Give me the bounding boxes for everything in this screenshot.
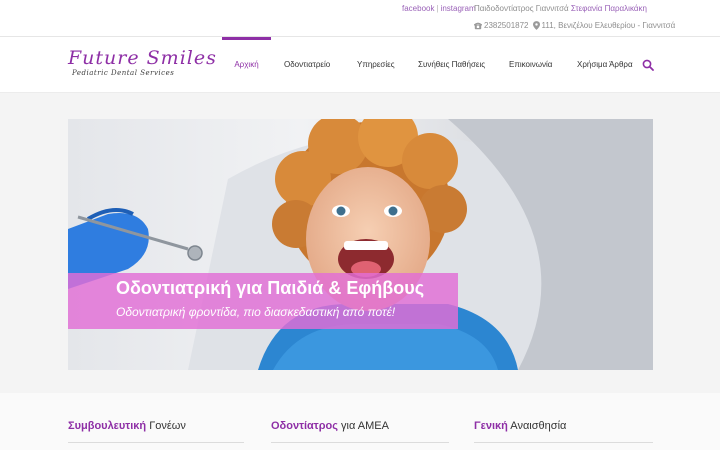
instagram-link[interactable]: instagram [441, 4, 476, 13]
nav-item-contact[interactable]: Επικοινωνία [509, 37, 552, 94]
hero-slider[interactable]: Οδοντιατρική για Παιδιά & Εφήβους Οδοντι… [68, 119, 653, 370]
address-text: 111, Βενιζέλου Ελευθερίου - Γιαννιτσά [541, 21, 676, 30]
top-bar: facebook | instagram Παιδοδοντίατρος Γιανν… [0, 0, 720, 36]
map-marker-icon [532, 21, 540, 30]
feature-title-bold: Συμβουλευτική [68, 420, 147, 432]
divider [271, 442, 449, 443]
hero-subtitle: Οδοντιατρική φροντίδα, πιο διασκεδαστική… [116, 305, 396, 319]
facebook-link[interactable]: facebook [402, 4, 434, 13]
feature-general-anesthesia[interactable]: Γενική Αναισθησία [474, 420, 566, 432]
phone-number[interactable]: 2382501872 [484, 21, 529, 30]
feature-special-needs[interactable]: Οδοντίατρος για ΑΜΕΑ [271, 420, 389, 432]
social-links: facebook | instagram [402, 4, 476, 13]
doctor-prefix: Παιδοδοντίατρος Γιαννιτσά [474, 4, 569, 13]
nav-item-clinic[interactable]: Οδοντιατρείο [284, 37, 330, 94]
nav-item-articles[interactable]: Χρήσιμα Άρθρα [577, 37, 633, 94]
nav-item-conditions[interactable]: Συνήθεις Παθήσεις [418, 37, 485, 94]
contact-info: 2382501872 111, Βενιζέλου Ελευθερίου - Γ… [474, 21, 675, 30]
logo-tagline: Pediatric Dental Services [72, 69, 175, 77]
hero-image [68, 119, 653, 370]
feature-title-bold: Γενική [474, 420, 508, 432]
doctor-name-link[interactable]: Στεφανία Παραλικάκη [571, 4, 647, 13]
logo-title: Future Smiles [68, 47, 217, 69]
doctor-info: Παιδοδοντίατρος Γιαννιτσά Στεφανία Παραλ… [474, 4, 647, 13]
divider [68, 442, 244, 443]
hero-title: Οδοντιατρική για Παιδιά & Εφήβους [116, 278, 425, 298]
feature-title-bold: Οδοντίατρος [271, 420, 338, 432]
feature-title-rest: Γονέων [146, 420, 186, 432]
nav-item-home[interactable]: Αρχική [222, 37, 271, 94]
phone-icon [474, 22, 482, 29]
features-section: Συμβουλευτική Γονέων Οδοντίατρος για ΑΜΕ… [0, 393, 720, 450]
site-logo[interactable]: Future Smiles Pediatric Dental Services [68, 47, 217, 87]
main-navbar: Future Smiles Pediatric Dental Services … [0, 36, 720, 93]
feature-title-rest: Αναισθησία [507, 420, 567, 432]
feature-parent-counseling[interactable]: Συμβουλευτική Γονέων [68, 420, 186, 432]
divider [474, 442, 653, 443]
feature-title-rest: για ΑΜΕΑ [337, 420, 389, 432]
search-icon[interactable] [642, 59, 654, 71]
nav-item-services[interactable]: Υπηρεσίες [357, 37, 395, 94]
